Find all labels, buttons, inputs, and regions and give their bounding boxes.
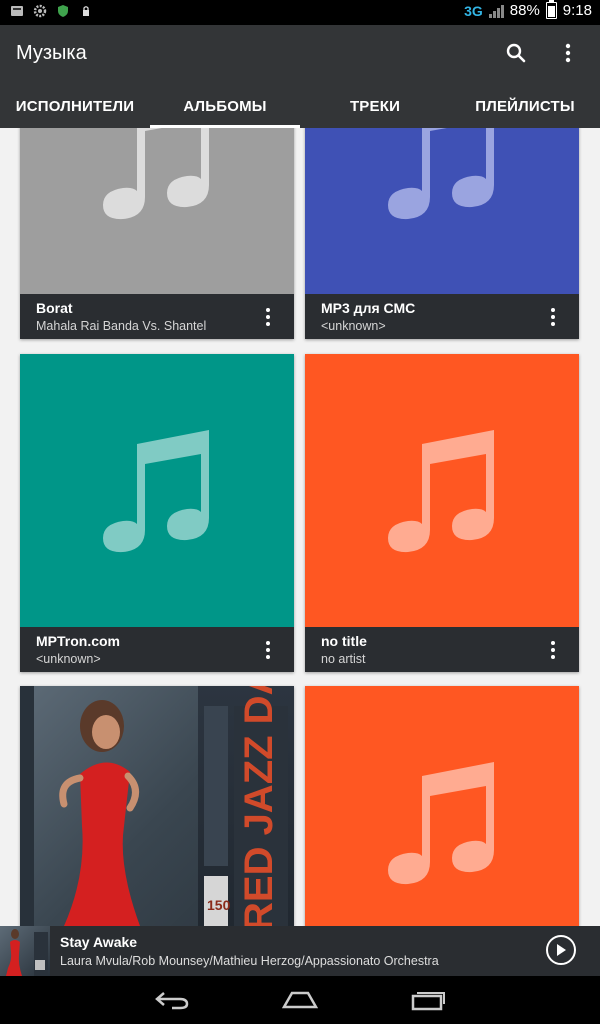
recents-button[interactable]: [408, 986, 448, 1014]
tab-bar: ИСПОЛНИТЕЛИ АЛЬБОМЫ ТРЕКИ ПЛЕЙЛИСТЫ: [0, 85, 600, 128]
album-title: MP3 для СМС: [321, 300, 416, 316]
album-card[interactable]: no title no artist: [305, 354, 579, 672]
music-note-icon: [388, 429, 494, 552]
music-note-icon: [103, 429, 209, 552]
search-icon: [506, 43, 526, 63]
network-type: 3G: [464, 2, 483, 19]
tab-albums[interactable]: АЛЬБОМЫ: [150, 85, 300, 128]
album-art: [305, 686, 579, 926]
album-artist: <unknown>: [36, 652, 101, 666]
album-menu-button[interactable]: [545, 639, 561, 661]
back-button[interactable]: [152, 986, 192, 1014]
album-art: [20, 354, 294, 627]
search-button[interactable]: [502, 39, 530, 67]
back-icon: [155, 992, 189, 1010]
album-artist: <unknown>: [321, 319, 386, 333]
music-note-icon: [388, 761, 494, 884]
home-button[interactable]: [280, 986, 320, 1014]
album-artist: Mahala Rai Banda Vs. Shantel: [36, 319, 207, 333]
now-playing-title: Stay Awake: [60, 934, 138, 950]
status-bar: 3G 88% 9:18: [0, 0, 600, 25]
album-card[interactable]: Borat Mahala Rai Banda Vs. Shantel: [20, 128, 294, 339]
shield-icon: [58, 5, 68, 17]
album-art: [305, 354, 579, 627]
svg-text:150: 150: [207, 897, 231, 913]
overflow-menu-button[interactable]: [554, 39, 582, 67]
jazz-text-art: RED JAZZ DAY 150: [204, 686, 288, 926]
clock: 9:18: [562, 2, 592, 19]
more-vert-icon: [565, 43, 571, 63]
home-icon: [282, 991, 318, 1009]
album-art: [20, 128, 294, 294]
battery-icon: [545, 0, 557, 19]
album-grid[interactable]: Borat Mahala Rai Banda Vs. Shantel MP3 д…: [0, 128, 600, 926]
recents-icon: [411, 992, 445, 1011]
now-playing-bar[interactable]: Stay Awake Laura Mvula/Rob Mounsey/Mathi…: [0, 926, 600, 976]
svg-text:RED JAZZ DAY: RED JAZZ DAY: [237, 686, 281, 926]
battery-percent: 88%: [509, 2, 540, 19]
play-button[interactable]: [546, 935, 576, 965]
tab-tracks[interactable]: ТРЕКИ: [300, 85, 450, 128]
album-menu-button[interactable]: [260, 639, 276, 661]
play-icon: [557, 944, 566, 956]
album-menu-button[interactable]: [260, 306, 276, 328]
gear-icon: [33, 4, 47, 18]
album-card[interactable]: RED JAZZ DAY 150: [20, 686, 294, 926]
now-playing-thumbnail: [0, 926, 50, 976]
music-note-icon: [388, 128, 494, 219]
page-title: Музыка: [16, 42, 87, 64]
album-card[interactable]: [305, 686, 579, 926]
now-playing-artist: Laura Mvula/Rob Mounsey/Mathieu Herzog/A…: [60, 954, 439, 968]
music-note-icon: [103, 128, 209, 219]
album-card[interactable]: MP3 для СМС <unknown>: [305, 128, 579, 339]
album-cover-photo: RED JAZZ DAY 150: [20, 686, 294, 926]
inbox-icon: [11, 6, 23, 16]
album-title: no title: [321, 633, 367, 649]
lock-icon: [83, 6, 89, 16]
app-bar: Музыка ИСПОЛНИТЕЛИ АЛЬБОМЫ ТРЕКИ ПЛЕЙЛИС…: [0, 25, 600, 128]
album-menu-button[interactable]: [545, 306, 561, 328]
tab-playlists[interactable]: ПЛЕЙЛИСТЫ: [450, 85, 600, 128]
notification-icons: [10, 4, 93, 18]
woman-in-red-dress-illustration: [6, 929, 48, 976]
album-title: Borat: [36, 300, 73, 316]
album-artist: no artist: [321, 652, 366, 666]
album-title: MPTron.com: [36, 633, 121, 649]
system-nav-bar: [0, 976, 600, 1024]
album-art: [305, 128, 579, 294]
signal-icon: [488, 4, 504, 18]
tab-artists[interactable]: ИСПОЛНИТЕЛИ: [0, 85, 150, 128]
album-card[interactable]: MPTron.com <unknown>: [20, 354, 294, 672]
